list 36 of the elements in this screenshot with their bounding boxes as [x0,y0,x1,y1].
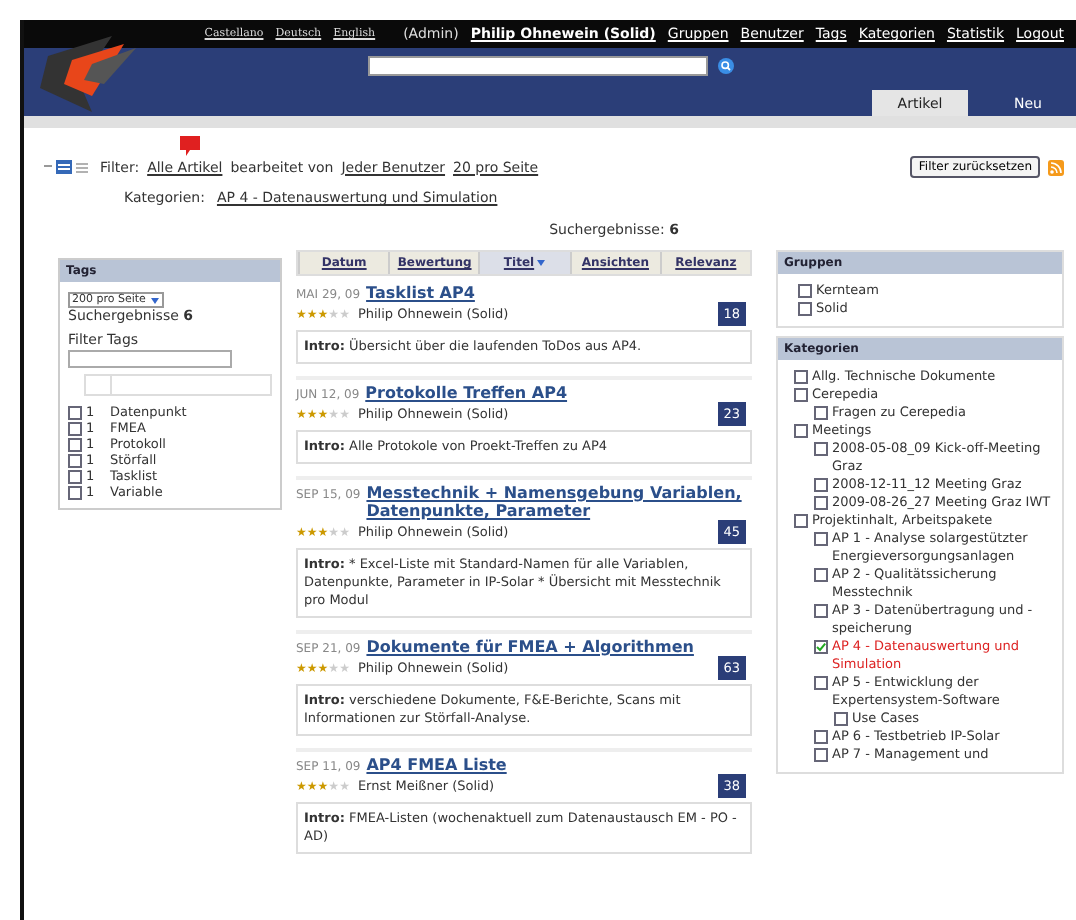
checkbox[interactable] [814,568,828,582]
checkbox[interactable] [794,370,808,384]
checkbox[interactable] [834,712,848,726]
checkbox[interactable] [798,302,812,316]
article-title[interactable]: Protokolle Treffen AP4 [365,384,568,402]
article-title[interactable]: AP4 FMEA Liste [366,756,507,774]
filter-tags-field[interactable] [68,350,232,368]
checkbox[interactable] [794,424,808,438]
caret-icon [536,258,547,268]
checkbox[interactable] [814,604,828,618]
article-title[interactable]: Dokumente für FMEA + Algorithmen [366,638,694,656]
checkbox[interactable] [814,496,828,510]
article-title[interactable]: Messtechnik + Namensgebung Variablen, Datenpunkte, Parameter [366,484,752,520]
checkbox[interactable] [68,454,82,468]
checkbox[interactable] [814,532,828,546]
article-title[interactable]: Tasklist AP4 [366,284,475,302]
search-icon[interactable] [717,58,733,74]
view-toggle-icon[interactable] [44,159,92,175]
checkbox[interactable] [814,478,828,492]
checkbox[interactable] [68,486,82,500]
search-field[interactable] [367,56,707,76]
checkbox[interactable] [814,748,828,762]
checkbox[interactable] [798,284,812,298]
checkbox[interactable] [814,676,828,690]
checkbox[interactable] [68,438,82,452]
checkbox[interactable] [794,388,808,402]
caret-icon [149,295,160,305]
checkbox[interactable] [814,640,828,654]
comment-icon [179,135,200,155]
checkbox[interactable] [794,514,808,528]
checkbox[interactable] [814,406,828,420]
checkbox[interactable] [814,730,828,744]
checkbox[interactable] [814,442,828,456]
checkbox[interactable] [68,422,82,436]
checkbox[interactable] [68,406,82,420]
checkbox[interactable] [68,470,82,484]
